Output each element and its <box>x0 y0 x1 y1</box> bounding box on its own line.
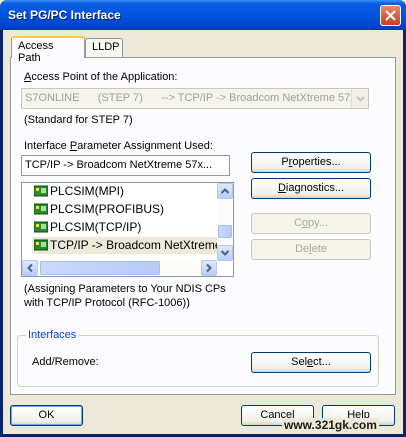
interface-param-field[interactable]: TCP/IP -> Broadcom NetXtreme 57x... <box>21 155 230 176</box>
select-label-b: ct... <box>313 356 331 368</box>
ok-button[interactable]: OK <box>10 405 83 426</box>
diagnostics-label-mnemonic: D <box>277 182 286 194</box>
chevron-left-icon <box>27 263 33 273</box>
properties-label-b: operties... <box>292 156 341 168</box>
standard-note: (Standard for STEP 7) <box>24 114 133 126</box>
interfaces-group-title: Interfaces <box>26 329 79 341</box>
copy-button[interactable]: Copy... <box>251 213 371 234</box>
diagnostics-label-b: iagnostics... <box>285 182 345 194</box>
network-card-icon <box>34 239 48 251</box>
tab-lldp-label: LLDP <box>92 41 120 53</box>
scroll-up-button[interactable] <box>217 183 233 199</box>
interface-param-label-b: arameter Assignment Used: <box>77 140 213 152</box>
add-remove-label: Add/Remove: <box>32 356 99 368</box>
copy-label-b: py... <box>308 217 329 229</box>
list-item-label: PLCSIM(PROFIBUS) <box>50 202 165 216</box>
diagnostics-button[interactable]: Diagnostics... <box>251 178 371 199</box>
scroll-down-button[interactable] <box>217 245 233 261</box>
assign-note: (Assigning Parameters to Your NDIS CPs w… <box>24 283 226 309</box>
close-icon <box>385 10 396 21</box>
chevron-down-icon <box>220 250 230 256</box>
vertical-scroll-thumb[interactable] <box>218 225 232 238</box>
select-button[interactable]: Select... <box>251 352 371 373</box>
tab-lldp[interactable]: LLDP <box>85 38 123 57</box>
list-item[interactable]: PLCSIM(TCP/IP) <box>32 219 141 236</box>
list-item[interactable]: PLCSIM(MPI) <box>32 183 124 200</box>
interface-param-value: TCP/IP -> Broadcom NetXtreme 57x... <box>25 159 213 171</box>
list-item[interactable]: PLCSIM(PROFIBUS) <box>32 201 164 218</box>
network-card-icon <box>34 203 48 215</box>
interface-listbox[interactable]: PLCSIM(MPI) PLCSIM(PROFIBUS) PLCSIM(TCP/… <box>21 182 234 277</box>
list-item-label: PLCSIM(TCP/IP) <box>50 220 142 234</box>
horizontal-scroll-thumb[interactable] <box>40 261 160 275</box>
interface-param-label-a: Interface <box>24 140 70 152</box>
chevron-up-icon <box>220 188 230 194</box>
dialog-body: Access Path LLDP Access Point of the App… <box>3 30 403 434</box>
watermark-text: www.321gk.com <box>282 418 379 432</box>
access-point-value: S7ONLINE (STEP 7) --> TCP/IP -> Broadcom… <box>25 92 356 104</box>
access-point-label-text: ccess Point of the Application: <box>31 71 178 83</box>
close-button[interactable] <box>380 5 401 26</box>
list-item-selected[interactable]: TCP/IP -> Broadcom NetXtreme 57 <box>32 237 234 254</box>
access-point-dropdown-button[interactable] <box>351 89 368 108</box>
copy-label-a: C <box>293 217 302 229</box>
properties-button[interactable]: Properties... <box>251 152 371 173</box>
chevron-down-icon <box>356 96 365 102</box>
window-title: Set PG/PC Interface <box>8 8 121 22</box>
properties-label-a: P <box>281 156 289 168</box>
scroll-left-button[interactable] <box>22 260 38 276</box>
network-card-icon <box>34 185 48 197</box>
select-label-a: Sel <box>291 356 308 368</box>
delete-button[interactable]: Delete <box>251 239 371 260</box>
list-item-label: PLCSIM(MPI) <box>50 184 125 198</box>
horizontal-scrollbar[interactable] <box>22 260 217 276</box>
title-bar[interactable]: Set PG/PC Interface <box>0 0 406 30</box>
access-point-label: Access Point of the Application: <box>24 71 178 83</box>
access-point-combo[interactable]: S7ONLINE (STEP 7) --> TCP/IP -> Broadcom… <box>21 88 369 109</box>
tab-access-path[interactable]: Access Path <box>11 36 85 64</box>
vertical-scrollbar[interactable] <box>217 183 233 261</box>
network-card-icon <box>34 221 48 233</box>
dialog-window: Set PG/PC Interface Access Path LLDP Acc… <box>0 0 406 437</box>
list-item-label: TCP/IP -> Broadcom NetXtreme 57 <box>50 238 234 252</box>
delete-label-a: De <box>295 243 310 255</box>
delete-label-b: ete <box>311 243 327 255</box>
scroll-right-button[interactable] <box>201 260 217 276</box>
interface-param-label: Interface Parameter Assignment Used: <box>24 140 213 152</box>
chevron-right-icon <box>206 263 212 273</box>
